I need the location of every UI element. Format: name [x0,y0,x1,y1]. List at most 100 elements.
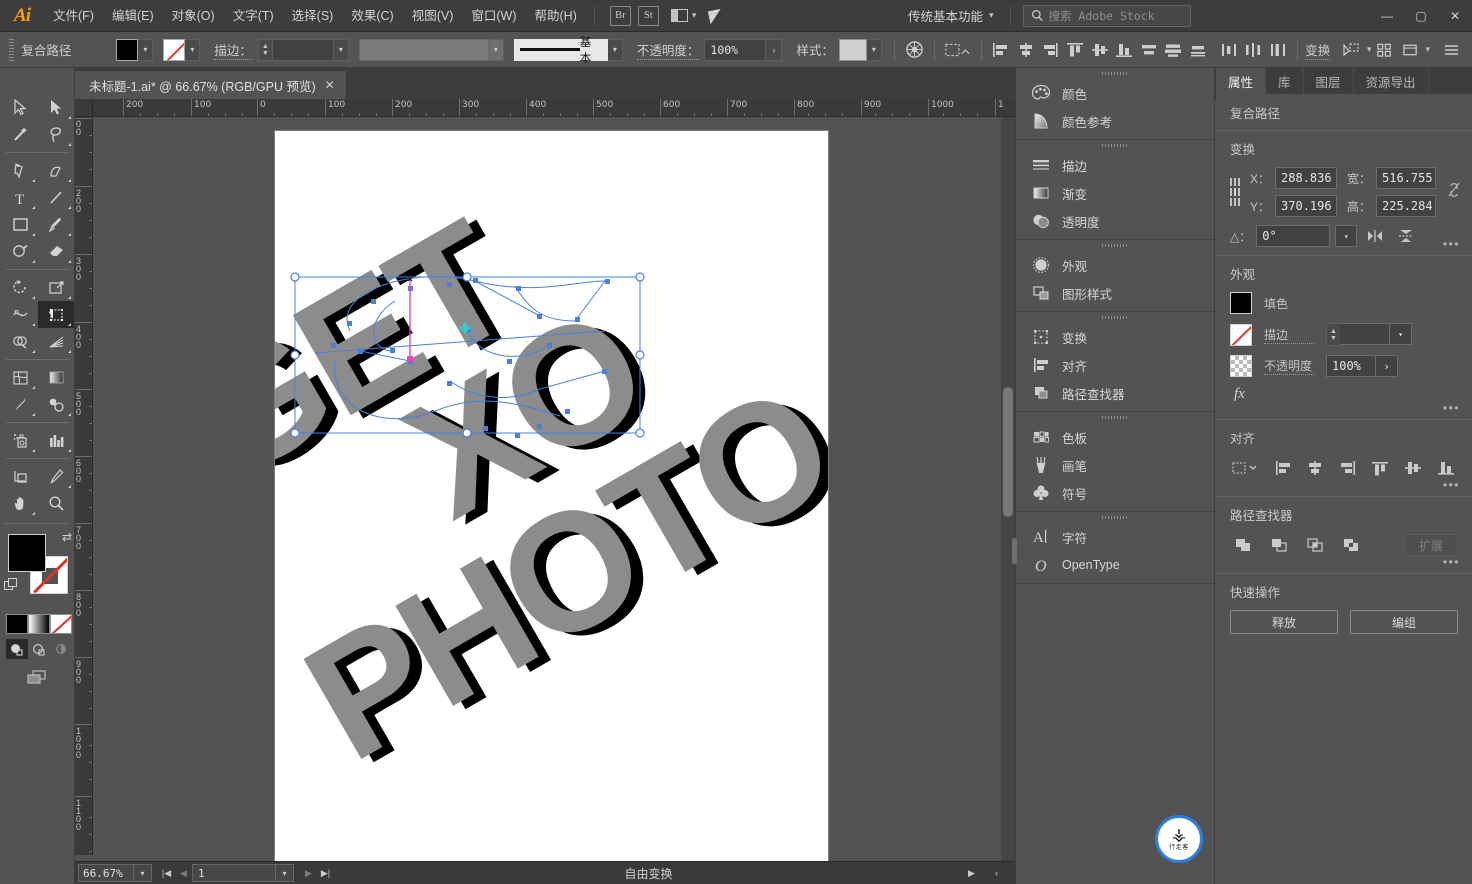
stock-search-input[interactable]: 搜索 Adobe Stock [1022,4,1191,27]
draw-normal-icon[interactable] [6,639,28,659]
document-setup-icon[interactable] [941,38,973,62]
align-center-h-icon[interactable] [1013,38,1038,62]
panel-graphic-styles[interactable]: 图形样式 [1016,279,1214,307]
panel-appearance[interactable]: 外观 [1016,251,1214,279]
opacity-label[interactable]: 不透明度： [636,40,700,60]
height-input[interactable]: 225.284 [1376,195,1437,217]
document-tab[interactable]: 未标题-1.ai* @ 66.67% (RGB/GPU 预览) ✕ [75,71,347,99]
menu-window[interactable]: 窗口(W) [462,0,525,32]
arrange-documents-button[interactable]: ▾ [670,9,696,22]
stock-icon[interactable]: St [637,5,659,26]
align-center-h-icon[interactable] [1303,456,1328,480]
draw-behind-icon[interactable] [28,639,50,659]
tab-asset-export[interactable]: 资源导出 [1354,68,1429,94]
align-middle-v-icon[interactable] [1087,38,1112,62]
type-tool[interactable]: T [2,184,38,211]
align-left-icon[interactable] [1270,456,1295,480]
next-page-icon[interactable]: ▶ [300,863,317,883]
gradient-tool[interactable] [38,364,74,391]
horizontal-ruler[interactable]: 200 100 0 100 200 300 400 500 600 700 80… [93,99,1015,117]
column-graph-tool[interactable] [38,427,74,454]
y-input[interactable]: 370.196 [1275,195,1338,217]
maximize-button[interactable]: ▢ [1404,3,1438,29]
tab-layers[interactable]: 图层 [1304,68,1354,94]
panel-color-guide[interactable]: 颜色参考 [1016,107,1214,135]
workspace-switcher-label[interactable]: 传统基本功能 [908,6,983,25]
stroke-swatch[interactable] [163,38,186,61]
fill-chevron-icon[interactable]: ▾ [138,38,154,61]
rectangle-tool[interactable] [2,211,38,238]
align-more-options[interactable]: ••• [1443,478,1460,492]
intersect-icon[interactable] [1302,533,1328,557]
appearance-stroke-stepper[interactable]: ▲ ▼ [1326,323,1340,346]
dock-group-grip[interactable] [1016,312,1214,323]
zoom-tool[interactable] [38,490,74,517]
opacity-expand-icon[interactable]: › [766,38,783,61]
width-tool[interactable] [2,301,38,328]
eyedropper-tool[interactable] [2,391,38,418]
align-right-icon[interactable] [1335,456,1360,480]
transform-more-options[interactable]: ••• [1443,237,1460,251]
pen-tool[interactable] [2,157,38,184]
menu-effect[interactable]: 效果(C) [342,0,402,32]
stroke-weight-control[interactable]: ▲ ▼ ▾ [257,38,349,61]
graphic-style-control[interactable]: ▾ [838,38,882,61]
constrain-proportions-icon[interactable] [1446,179,1462,205]
brush-definition[interactable]: 基本 ▾ [513,37,623,65]
rotate-tool[interactable] [2,274,38,301]
pathfinder-more-options[interactable]: ••• [1443,555,1460,569]
eraser-tool[interactable] [38,238,74,265]
tab-properties[interactable]: 属性 [1216,68,1267,94]
dock-group-grip[interactable] [1016,240,1214,251]
last-page-icon[interactable]: ▶| [317,863,334,883]
close-button[interactable]: ✕ [1438,3,1472,29]
stroke-chevron-icon[interactable]: ▾ [185,38,201,61]
distribute-middle-icon[interactable] [1161,38,1186,62]
panel-pathfinder[interactable]: 路径查找器 [1016,379,1214,407]
panel-opentype[interactable]: O OpenType [1016,551,1214,579]
dock-group-grip[interactable] [1016,140,1214,151]
align-to-icon[interactable] [1230,456,1262,480]
align-bottom-icon[interactable] [1433,456,1458,480]
change-screen-mode-icon[interactable] [20,667,54,687]
menu-view[interactable]: 视图(V) [403,0,463,32]
flip-vertical-icon[interactable] [1393,228,1419,244]
stroke-stepper[interactable]: ▲ ▼ [257,38,272,61]
x-input[interactable]: 288.836 [1275,167,1338,189]
artboard-chevron-icon[interactable]: ▾ [276,864,294,882]
close-icon[interactable]: ✕ [325,78,335,92]
recolor-artwork-icon[interactable] [902,38,927,62]
mesh-tool[interactable] [2,364,38,391]
align-right-icon[interactable] [1038,38,1063,62]
control-bar-grip[interactable] [6,38,18,61]
panel-menu-icon[interactable] [1438,38,1464,62]
color-mode-flat-icon[interactable] [6,614,28,634]
canvas-vertical-scrollbar[interactable] [1001,117,1015,864]
distribute-bottom-icon[interactable] [1186,38,1211,62]
group-button[interactable]: 编组 [1350,610,1458,634]
appearance-opacity-label[interactable]: 不透明度 [1264,357,1314,375]
appearance-opacity-expand-icon[interactable]: › [1376,355,1398,377]
lasso-tool[interactable] [38,121,74,148]
menu-select[interactable]: 选择(S) [283,0,343,32]
appearance-more-options[interactable]: ••• [1443,401,1460,415]
menu-file[interactable]: 文件(F) [44,0,103,32]
selection-tool[interactable] [2,94,38,121]
align-left-icon[interactable] [989,38,1014,62]
align-top-icon[interactable] [1063,38,1088,62]
align-bottom-icon[interactable] [1112,38,1137,62]
workspace-chevron-icon[interactable]: ▾ [989,10,994,21]
appearance-opacity-input[interactable]: 100% [1326,355,1376,377]
shaper-tool[interactable] [2,238,38,265]
flip-horizontal-icon[interactable] [1362,228,1388,244]
panel-character[interactable]: A 字符 [1016,523,1214,551]
expand-button[interactable]: 扩展 [1404,534,1458,556]
scrollbar-thumb[interactable] [1003,387,1013,517]
panel-align[interactable]: 对齐 [1016,351,1214,379]
dock-group-grip[interactable] [1016,68,1214,79]
tab-libraries[interactable]: 库 [1266,68,1304,94]
stroke-weight-input[interactable] [271,38,334,61]
variable-width-profile[interactable]: ▾ [358,38,504,61]
artboard[interactable]: GET XO PHOTO GET XO PHOTO [155,131,871,864]
symbol-sprayer-tool[interactable] [2,427,38,454]
